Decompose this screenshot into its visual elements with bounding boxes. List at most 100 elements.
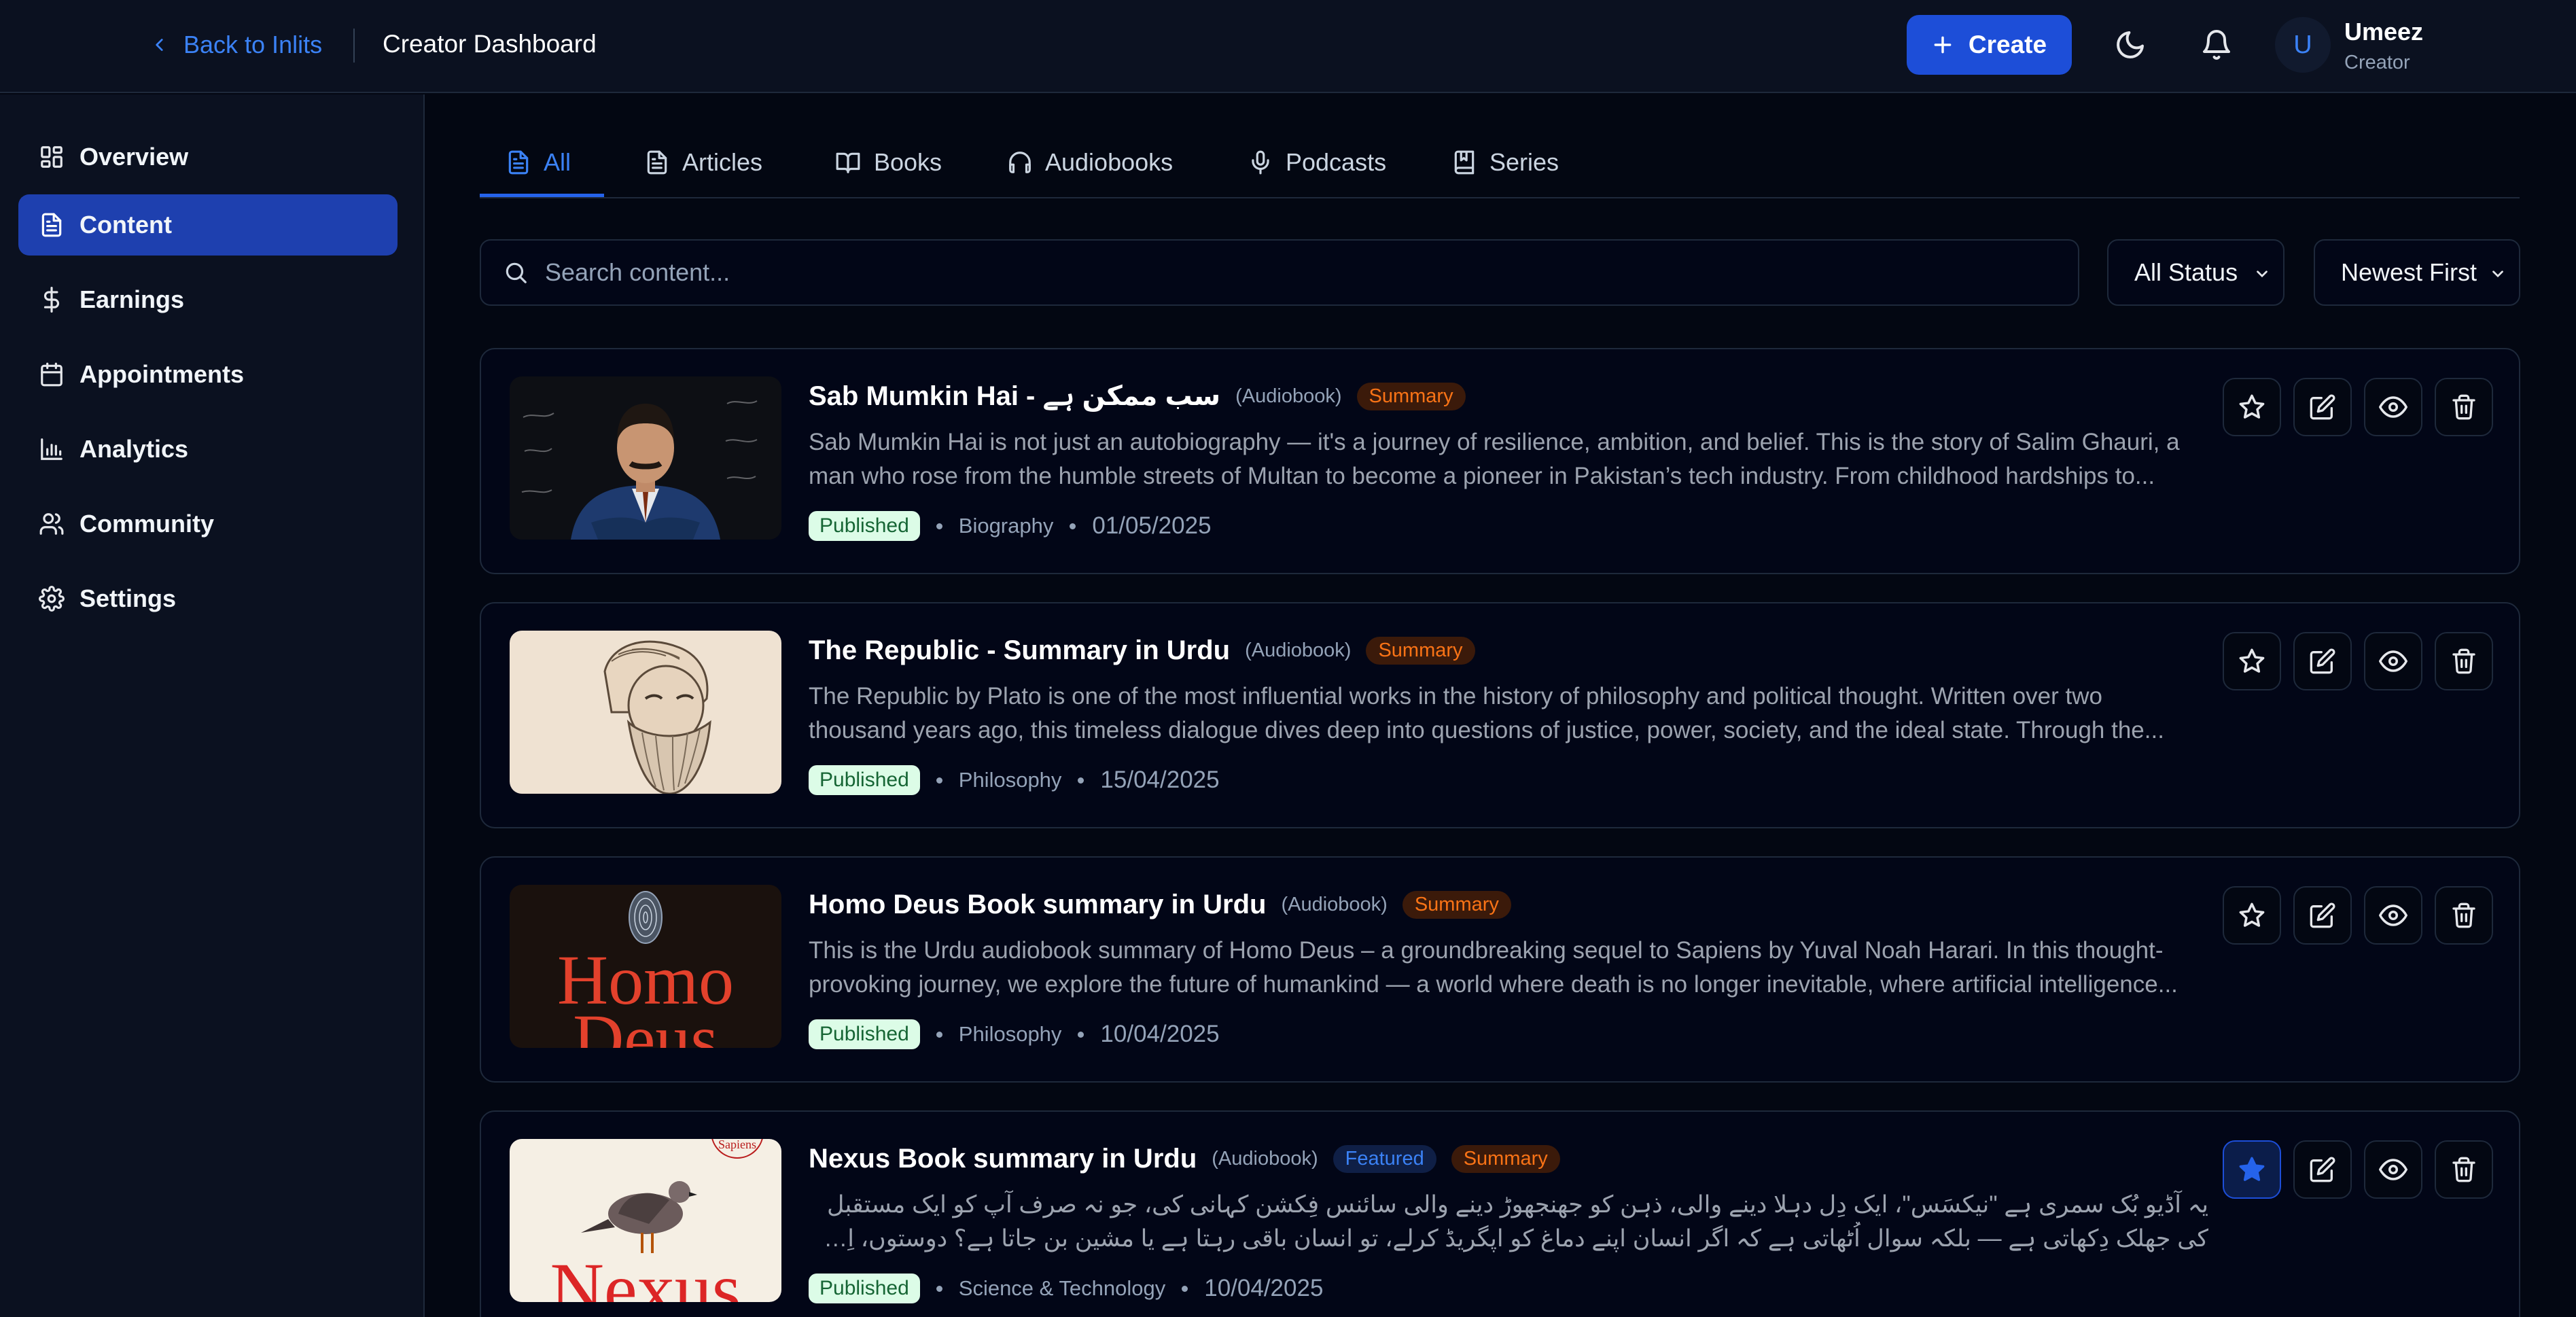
- tab-all[interactable]: All: [506, 126, 571, 198]
- description-line: This is the Urdu audiobook summary of Ho…: [809, 937, 2164, 964]
- content-description: This is the Urdu audiobook summary of Ho…: [809, 934, 2208, 1002]
- content-title[interactable]: Nexus Book summary in Urdu: [809, 1144, 1197, 1174]
- feature-button[interactable]: [2223, 886, 2281, 945]
- top-bar: Back to Inlits Creator Dashboard Create …: [0, 0, 2576, 93]
- preview-button[interactable]: [2364, 378, 2422, 436]
- preview-button[interactable]: [2364, 632, 2422, 690]
- tab-podcasts[interactable]: Podcasts: [1248, 126, 1386, 198]
- back-label: Back to Inlits: [183, 31, 323, 58]
- content-title[interactable]: Sab Mumkin Hai - سب ممکن ہے: [809, 381, 1220, 412]
- content-date: 01/05/2025: [1092, 512, 1212, 539]
- description-line: کی جھلک دِکھاتی ہے — بلکہ سوال اُٹھاتی ہ…: [809, 1225, 2208, 1252]
- content-meta: Published Science & Technology 10/04/202…: [809, 1271, 1323, 1306]
- content-description: Sab Mumkin Hai is not just an autobiogra…: [809, 425, 2208, 493]
- content-date: 15/04/2025: [1100, 767, 1220, 793]
- tab-label: Audiobooks: [1045, 147, 1174, 176]
- users-icon: [39, 511, 65, 537]
- sidebar: Overview Content Earnings Appointments A…: [0, 94, 425, 1317]
- edit-button[interactable]: [2293, 1140, 2352, 1199]
- separator-dot: [936, 777, 942, 784]
- content-title[interactable]: The Republic - Summary in Urdu: [809, 635, 1230, 666]
- feature-button[interactable]: [2223, 378, 2281, 436]
- sidebar-item-appointments[interactable]: Appointments: [18, 344, 398, 405]
- content-card[interactable]: Sab Mumkin Hai - سب ممکن ہے (Audiobook) …: [480, 348, 2520, 574]
- bell-icon: [2200, 29, 2233, 61]
- content-meta: Published Biography 01/05/2025: [809, 508, 1212, 544]
- sidebar-item-community[interactable]: Community: [18, 493, 398, 555]
- sidebar-item-label: Settings: [80, 584, 177, 612]
- edit-icon: [2309, 393, 2336, 421]
- tab-audiobooks[interactable]: Audiobooks: [1007, 126, 1173, 198]
- document-icon: [644, 150, 670, 175]
- user-role: Creator: [2344, 52, 2410, 73]
- cover-text-nexus: Nexus: [550, 1248, 741, 1302]
- document-icon: [39, 212, 65, 238]
- delete-button[interactable]: [2435, 632, 2493, 690]
- trash-icon: [2450, 393, 2477, 421]
- content-type: (Audiobook): [1281, 893, 1388, 915]
- delete-button[interactable]: [2435, 1140, 2493, 1199]
- cover-image-plato: [510, 631, 781, 794]
- sidebar-item-overview[interactable]: Overview: [18, 126, 398, 188]
- content-category: Biography: [958, 514, 1054, 538]
- content-tabs: All Articles Books Audiobooks Podcasts S…: [480, 126, 2520, 198]
- search-icon: [503, 260, 529, 285]
- description-line: thousand years ago, this timeless dialog…: [809, 717, 2164, 743]
- content-card[interactable]: The Republic - Summary in Urdu (Audioboo…: [480, 602, 2520, 828]
- tab-books[interactable]: Books: [834, 126, 942, 198]
- status-badge: Published: [809, 1019, 920, 1049]
- avatar[interactable]: U: [2275, 17, 2331, 73]
- create-button[interactable]: Create: [1907, 15, 2072, 75]
- edit-button[interactable]: [2293, 378, 2352, 436]
- description-line: Sab Mumkin Hai is not just an autobiogra…: [809, 429, 2180, 455]
- description-line: provoking journey, we explore the future…: [809, 971, 2178, 998]
- content-category: Science & Technology: [958, 1276, 1166, 1300]
- eye-icon: [2379, 393, 2407, 421]
- tab-series[interactable]: Series: [1451, 126, 1559, 198]
- sidebar-item-label: Analytics: [80, 435, 189, 463]
- sort-select[interactable]: Newest First: [2314, 239, 2520, 306]
- status-badge: Published: [809, 511, 920, 541]
- sidebar-item-content[interactable]: Content: [18, 194, 398, 256]
- sidebar-item-analytics[interactable]: Analytics: [18, 419, 398, 480]
- preview-button[interactable]: [2364, 886, 2422, 945]
- content-title[interactable]: Homo Deus Book summary in Urdu: [809, 890, 1266, 920]
- back-link[interactable]: Back to Inlits: [151, 27, 322, 63]
- delete-button[interactable]: [2435, 378, 2493, 436]
- content-card[interactable]: Sapiens Nexus Nexus Book summary in Urdu…: [480, 1110, 2520, 1317]
- tab-label: All: [544, 147, 571, 176]
- content-type: (Audiobook): [1245, 639, 1352, 661]
- content-type: (Audiobook): [1235, 385, 1342, 407]
- separator-dot: [1182, 1285, 1188, 1292]
- cover-text-sapiens: Sapiens: [718, 1139, 756, 1151]
- description-line: man who rose from the humble streets of …: [809, 463, 2155, 489]
- sidebar-item-settings[interactable]: Settings: [18, 568, 398, 629]
- preview-button[interactable]: [2364, 1140, 2422, 1199]
- tab-articles[interactable]: Articles: [644, 126, 762, 198]
- edit-button[interactable]: [2293, 886, 2352, 945]
- edit-icon: [2309, 648, 2336, 675]
- tab-label: Articles: [682, 147, 763, 176]
- feature-button[interactable]: [2223, 632, 2281, 690]
- content-category: Philosophy: [958, 768, 1062, 792]
- sidebar-item-label: Earnings: [80, 285, 185, 313]
- sidebar-item-earnings[interactable]: Earnings: [18, 269, 398, 330]
- bar-chart-icon: [39, 436, 65, 462]
- trash-icon: [2450, 1156, 2477, 1183]
- notifications-button[interactable]: [2198, 26, 2236, 64]
- delete-button[interactable]: [2435, 886, 2493, 945]
- search-input[interactable]: [545, 258, 2040, 287]
- status-filter-select[interactable]: All Status: [2107, 239, 2284, 306]
- content-category: Philosophy: [958, 1022, 1062, 1046]
- gear-icon: [39, 586, 65, 612]
- feature-button[interactable]: [2223, 1140, 2281, 1199]
- search-box[interactable]: [480, 239, 2079, 306]
- theme-toggle-button[interactable]: [2111, 26, 2149, 64]
- trash-icon: [2450, 902, 2477, 929]
- star-filled-icon: [2238, 1155, 2266, 1184]
- content-card[interactable]: Homo Deus Homo Deus Book summary in Urdu…: [480, 856, 2520, 1083]
- separator-dot: [936, 1031, 942, 1038]
- edit-button[interactable]: [2293, 632, 2352, 690]
- description-line: یہ آڈیو بُک سمری ہے "نیکسَس"، ایک دِل دہ…: [826, 1191, 2208, 1218]
- star-icon: [2238, 901, 2266, 930]
